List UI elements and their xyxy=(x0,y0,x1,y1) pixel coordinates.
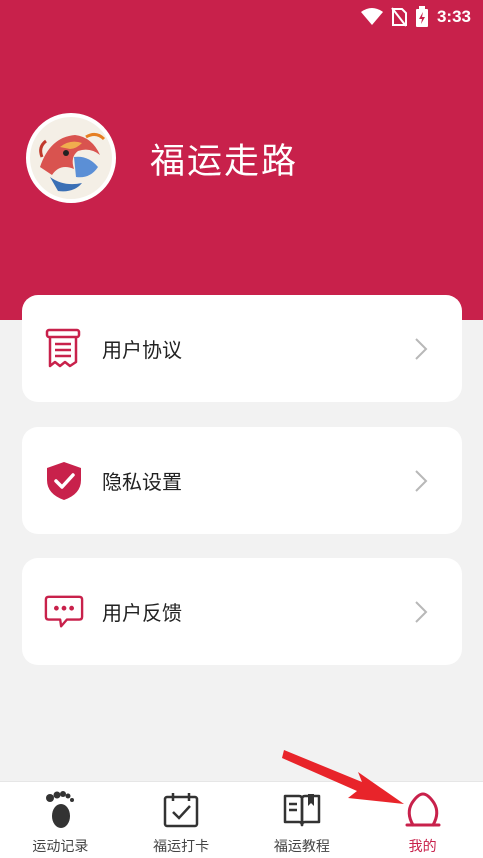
status-bar: 3:33 xyxy=(0,0,483,32)
profile-section: 福运走路 xyxy=(26,113,298,203)
battery-charging-icon xyxy=(415,6,428,27)
tab-exercise-record[interactable]: 运动记录 xyxy=(0,782,121,858)
calendar-check-icon xyxy=(161,790,201,830)
no-sim-icon xyxy=(391,7,407,27)
menu-item-label: 用户反馈 xyxy=(102,601,182,625)
tab-label: 福运教程 xyxy=(273,839,330,855)
tab-label: 运动记录 xyxy=(32,839,89,855)
tab-checkin[interactable]: 福运打卡 xyxy=(121,782,242,858)
chevron-right-icon xyxy=(415,469,428,492)
chevron-right-icon xyxy=(415,600,428,623)
menu-item-label: 用户协议 xyxy=(102,338,182,362)
menu-item-privacy-settings[interactable]: 隐私设置 xyxy=(22,427,462,534)
wifi-icon xyxy=(360,8,383,25)
tab-mine[interactable]: 我的 xyxy=(362,782,483,858)
user-icon xyxy=(403,790,443,830)
status-time: 3:33 xyxy=(436,7,471,26)
menu-item-user-feedback[interactable]: 用户反馈 xyxy=(22,558,462,665)
tab-label: 我的 xyxy=(408,839,437,855)
app-title: 福运走路 xyxy=(150,141,299,182)
tab-tutorial[interactable]: 福运教程 xyxy=(242,782,363,858)
menu-item-user-agreement[interactable]: 用户协议 xyxy=(22,295,462,402)
footprint-icon xyxy=(40,790,80,830)
document-icon xyxy=(44,328,84,369)
book-icon xyxy=(282,790,322,830)
chevron-right-icon xyxy=(415,337,428,360)
tab-label: 福运打卡 xyxy=(153,839,210,855)
chat-bubble-icon xyxy=(44,592,84,632)
menu-item-label: 隐私设置 xyxy=(102,470,182,494)
shield-check-icon xyxy=(44,461,84,501)
avatar[interactable] xyxy=(26,113,116,203)
dragon-avatar-icon xyxy=(30,117,112,199)
bottom-tab-bar: 运动记录 福运打卡 福运教程 我的 xyxy=(0,781,483,858)
